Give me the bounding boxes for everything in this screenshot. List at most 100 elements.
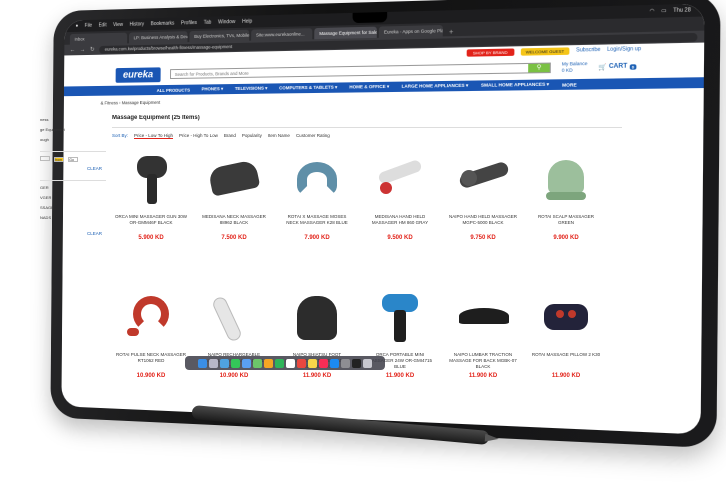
browser-tab[interactable]: Buy Electronics, TVs, Mobile bbox=[189, 29, 250, 43]
menu-help[interactable]: Help bbox=[242, 19, 252, 25]
reload-icon[interactable]: ↻ bbox=[90, 46, 95, 53]
menu-window[interactable]: Window bbox=[218, 19, 235, 25]
back-icon[interactable]: ← bbox=[70, 47, 76, 53]
finder-icon[interactable] bbox=[198, 358, 207, 368]
app-store-icon[interactable] bbox=[330, 358, 339, 368]
product-card[interactable]: ROTAI MASSAGE PILLOW 2 K30 11.900 KD bbox=[527, 288, 605, 418]
login-link[interactable]: Login/Sign up bbox=[607, 46, 641, 53]
menu-bookmarks[interactable]: Bookmarks bbox=[151, 21, 175, 28]
settings-icon[interactable] bbox=[341, 358, 350, 368]
balance-block[interactable]: My Balance 0 KD bbox=[562, 61, 588, 74]
sort-price-high-low[interactable]: Price - High To Low bbox=[179, 133, 218, 139]
sort-price-low-high[interactable]: Price - Low To High bbox=[134, 133, 173, 139]
sort-customer-rating[interactable]: Customer Rating bbox=[296, 133, 330, 139]
handheld-massager-icon[interactable] bbox=[206, 290, 262, 346]
product-card[interactable]: ORCA PORTABLE MINI MASSAGER 24W OR-GMI47… bbox=[361, 288, 439, 418]
product-name[interactable]: ROTAI MASSAGE PILLOW 2 K30 bbox=[527, 352, 605, 370]
nav-small-appliances[interactable]: SMALL HOME APPLIANCES ▾ bbox=[481, 82, 549, 89]
subscribe-link[interactable]: Subscribe bbox=[576, 47, 600, 54]
product-name[interactable]: NAIPO HAND HELD MASSAGER MGPC-5000 BLACK bbox=[444, 214, 522, 232]
product-name[interactable]: ORCA MINI MASSAGER GUN 30W OR-GMM46F BLA… bbox=[112, 214, 190, 232]
product-name[interactable]: ROTAI SCALP MASSAGER GREEN bbox=[527, 214, 605, 232]
massage-pillow-icon[interactable] bbox=[538, 290, 594, 346]
browser-tab[interactable]: Eureka - Apps on Google Play bbox=[378, 25, 443, 38]
nav-all-products[interactable]: ALL PRODUCTS bbox=[157, 87, 190, 92]
launchpad-icon[interactable] bbox=[209, 358, 218, 368]
clear-filter-link[interactable]: CLEAR bbox=[40, 166, 106, 176]
nav-large-appliances[interactable]: LARGE HOME APPLIANCES ▾ bbox=[402, 83, 469, 90]
sidebar-line[interactable]: ge Equipment bbox=[40, 127, 106, 137]
nav-televisions[interactable]: TELEVISIONS ▾ bbox=[235, 86, 267, 92]
product-card[interactable]: ROTAI SCALP MASSAGER GREEN 9.900 KD bbox=[527, 150, 605, 280]
sidebar-line[interactable]: VGER bbox=[40, 195, 106, 205]
price-go-button[interactable]: Go bbox=[68, 157, 79, 162]
menu-view[interactable]: View bbox=[113, 22, 123, 28]
price-min-input[interactable] bbox=[40, 156, 50, 161]
nav-more[interactable]: MORE bbox=[562, 82, 577, 87]
search-button[interactable]: ⚲ bbox=[528, 63, 550, 73]
product-name[interactable]: ROTAI X MASSAGE MOSES NECK MASSAGER K28 … bbox=[278, 214, 356, 232]
handheld-massager-icon[interactable] bbox=[372, 152, 428, 208]
mail-icon[interactable] bbox=[242, 358, 251, 368]
nav-computers[interactable]: COMPUTERS & TABLETS ▾ bbox=[279, 85, 337, 92]
browser-tab[interactable]: LP: Business Analysis & Develop bbox=[128, 31, 188, 44]
welcome-badge[interactable]: WELCOME GUEST bbox=[520, 46, 570, 56]
cart-button[interactable]: 🛒 CART 0 bbox=[598, 63, 637, 71]
menu-profiles[interactable]: Profiles bbox=[181, 20, 197, 26]
massage-gun-icon[interactable] bbox=[123, 152, 179, 208]
clear-filter-link[interactable]: CLEAR bbox=[40, 231, 106, 241]
chrome-icon[interactable] bbox=[297, 358, 306, 368]
calendar-icon[interactable] bbox=[286, 358, 295, 368]
nav-home-office[interactable]: HOME & OFFICE ▾ bbox=[349, 84, 389, 91]
menu-file[interactable]: File bbox=[85, 23, 92, 29]
new-tab-icon[interactable]: + bbox=[445, 29, 458, 37]
foot-massager-icon[interactable] bbox=[289, 290, 345, 346]
product-name[interactable]: MEDISANA NECK MASSAGER 88962 BLACK bbox=[195, 214, 273, 232]
sidebar-line[interactable]: ness bbox=[40, 117, 106, 127]
clock[interactable]: Thu 28 bbox=[673, 7, 691, 14]
apple-icon[interactable]: ● bbox=[75, 23, 78, 29]
nav-phones[interactable]: PHONES ▾ bbox=[202, 86, 224, 92]
maps-icon[interactable] bbox=[253, 358, 262, 368]
browser-tab[interactable]: Inbox bbox=[69, 32, 128, 45]
browser-tab-active[interactable]: Massage Equipment for Sale bbox=[314, 26, 377, 40]
product-name[interactable]: MEDISANA HAND HELD MASSAGER HM 860 GRAY bbox=[361, 214, 439, 232]
shop-by-brand-button[interactable]: SHOP BY BRAND bbox=[466, 47, 515, 57]
menu-edit[interactable]: Edit bbox=[99, 22, 107, 28]
product-card[interactable]: NAIPO SHIATSU FOOT MASSAGER WITH HEAT MG… bbox=[278, 288, 356, 418]
trash-icon[interactable] bbox=[363, 358, 372, 368]
music-icon[interactable] bbox=[319, 358, 328, 368]
eureka-logo[interactable]: eureka bbox=[115, 66, 161, 83]
price-max-input[interactable]: from bbox=[54, 157, 65, 162]
sort-item-name[interactable]: Item Name bbox=[268, 133, 290, 139]
handheld-massager-icon[interactable] bbox=[455, 152, 511, 208]
massage-gun-icon[interactable] bbox=[372, 290, 428, 346]
photos-icon[interactable] bbox=[264, 358, 273, 368]
browser-tab[interactable]: Site:www.eurekaonline... bbox=[251, 28, 313, 41]
sort-popularity[interactable]: Popularity bbox=[242, 133, 262, 139]
sidebar-line[interactable]: GER bbox=[40, 185, 106, 195]
messages-icon[interactable] bbox=[231, 358, 240, 368]
menu-tab[interactable]: Tab bbox=[204, 20, 212, 26]
product-name[interactable]: NAIPO LUMBAR TRACTION MASSAGE FOR BACK M… bbox=[444, 352, 522, 370]
forward-icon[interactable]: → bbox=[80, 47, 86, 53]
notes-icon[interactable] bbox=[308, 358, 317, 368]
product-card[interactable]: ROTAI PULSE NECK MASSAGER RT1062 RED 10.… bbox=[112, 288, 190, 418]
menu-history[interactable]: History bbox=[130, 21, 145, 27]
battery-icon[interactable]: ▭ bbox=[661, 8, 666, 15]
product-card[interactable]: ROTAI X MASSAGE MOSES NECK MASSAGER K28 … bbox=[278, 150, 356, 280]
search-input[interactable] bbox=[171, 63, 529, 79]
product-card[interactable]: NAIPO HAND HELD MASSAGER MGPC-5000 BLACK… bbox=[444, 150, 522, 280]
pulse-neck-icon[interactable] bbox=[123, 290, 179, 346]
facetime-icon[interactable] bbox=[275, 358, 284, 368]
wifi-icon[interactable]: ◠ bbox=[650, 8, 655, 15]
terminal-icon[interactable] bbox=[352, 358, 361, 368]
sidebar-line[interactable]: SSAGE bbox=[40, 205, 106, 215]
sidebar-line[interactable]: ough bbox=[40, 137, 106, 147]
product-card[interactable]: NAIPO LUMBAR TRACTION MASSAGE FOR BACK M… bbox=[444, 288, 522, 418]
neck-massager-icon[interactable] bbox=[206, 152, 262, 208]
scalp-massager-icon[interactable] bbox=[538, 152, 594, 208]
sort-brand[interactable]: Brand bbox=[224, 133, 236, 139]
product-card[interactable]: ORCA MINI MASSAGER GUN 30W OR-GMM46F BLA… bbox=[112, 150, 190, 280]
lumbar-massager-icon[interactable] bbox=[455, 290, 511, 346]
